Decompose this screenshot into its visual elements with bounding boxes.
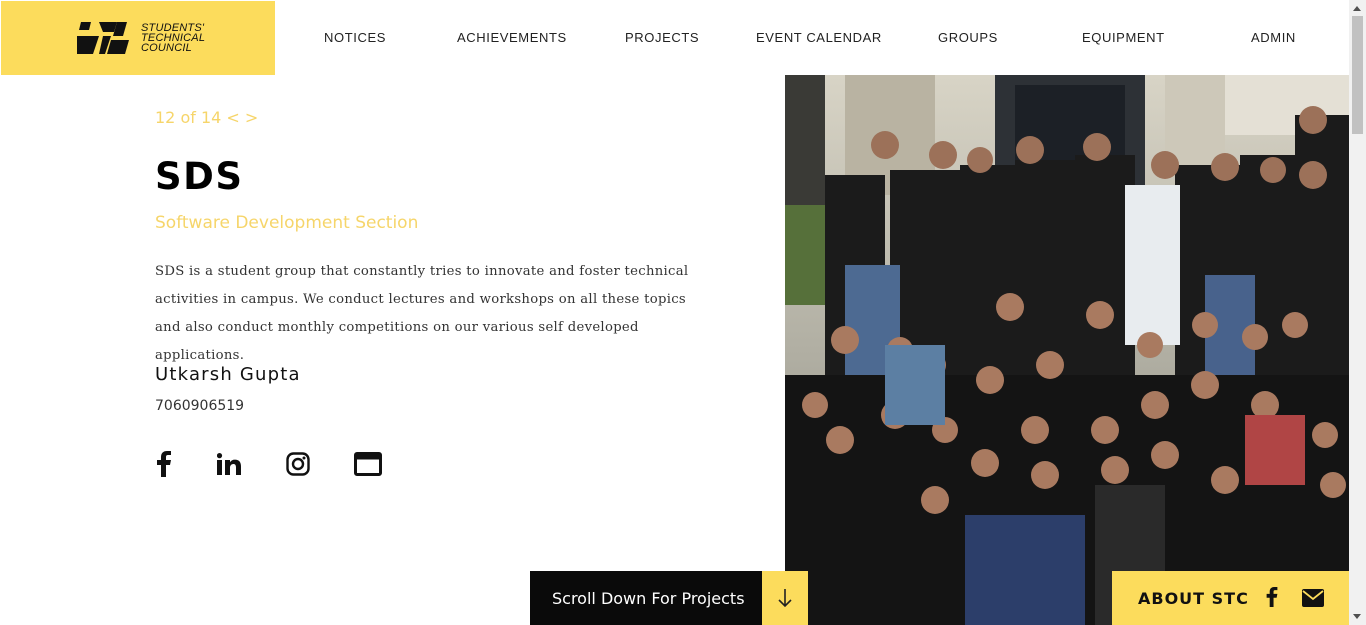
page-scrollbar[interactable] <box>1349 0 1366 625</box>
arrow-down-icon <box>778 589 792 608</box>
linkedin-icon[interactable] <box>216 450 242 478</box>
scroll-down-arrow-button[interactable] <box>762 571 808 625</box>
nav-equipment[interactable]: EQUIPMENT <box>1082 30 1165 45</box>
group-photo <box>785 75 1349 625</box>
group-pager: 12 of 14 < > <box>155 108 258 127</box>
facebook-icon[interactable] <box>156 450 172 478</box>
stc-logo-mark-icon <box>77 22 129 54</box>
website-icon[interactable] <box>354 450 382 478</box>
group-subtitle: Software Development Section <box>155 213 419 233</box>
logo-line-3: COUNCIL <box>141 42 192 54</box>
about-stc-link[interactable]: ABOUT STC <box>1138 589 1249 608</box>
group-description: SDS is a student group that constantly t… <box>155 264 689 363</box>
scroll-down-label: Scroll Down For Projects <box>552 588 745 608</box>
pager-next-button[interactable]: > <box>245 108 258 127</box>
pager-prev-button[interactable]: < <box>226 108 239 127</box>
nav-notices[interactable]: NOTICES <box>324 30 386 45</box>
scroll-up-arrow-icon[interactable] <box>1353 6 1361 11</box>
scroll-down-projects-button[interactable]: Scroll Down For Projects <box>530 571 762 625</box>
nav-achievements[interactable]: ACHIEVEMENTS <box>457 30 567 45</box>
logo-text: STUDENTS' TECHNICAL COUNCIL <box>141 23 205 54</box>
instagram-icon[interactable] <box>285 450 311 478</box>
nav-projects[interactable]: PROJECTS <box>625 30 699 45</box>
pager-count: 12 of 14 <box>155 108 222 127</box>
footer-facebook-icon[interactable] <box>1266 587 1278 612</box>
nav-groups[interactable]: GROUPS <box>938 30 998 45</box>
scroll-down-arrow-icon[interactable] <box>1353 614 1361 619</box>
logo[interactable]: STUDENTS' TECHNICAL COUNCIL <box>1 1 275 75</box>
contact-name: Utkarsh Gupta <box>155 364 301 385</box>
footer-mail-icon[interactable] <box>1302 589 1324 612</box>
main-nav: NOTICES ACHIEVEMENTS PROJECTS EVENT CALE… <box>275 0 1350 75</box>
contact-phone: 7060906519 <box>155 398 245 414</box>
page: STUDENTS' TECHNICAL COUNCIL NOTICES ACHI… <box>0 0 1366 625</box>
nav-admin[interactable]: ADMIN <box>1251 30 1296 45</box>
group-title: SDS <box>155 155 244 198</box>
group-photo-illustration <box>785 75 1349 625</box>
nav-event-calendar[interactable]: EVENT CALENDAR <box>756 30 882 45</box>
scroll-thumb[interactable] <box>1352 16 1363 134</box>
about-stc-bar: ABOUT STC <box>1112 571 1349 625</box>
